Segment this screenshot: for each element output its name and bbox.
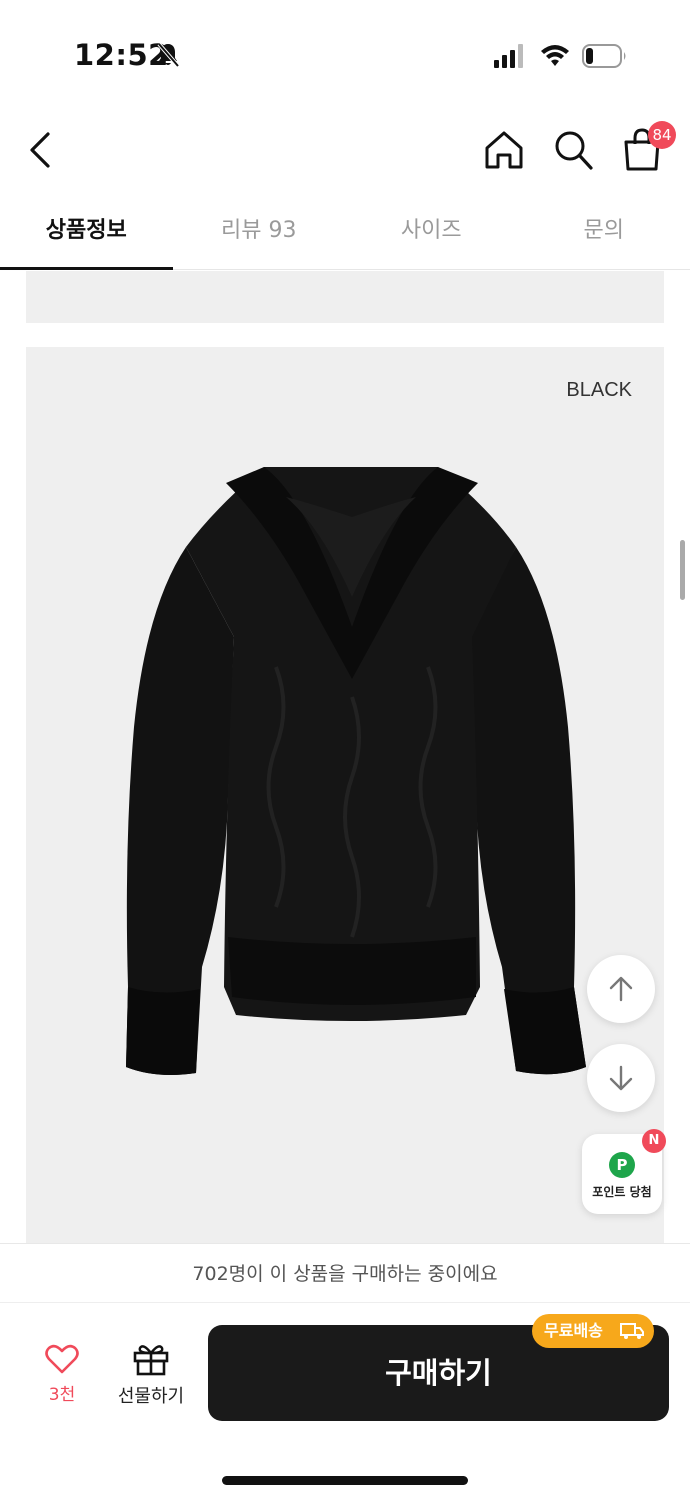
product-detail-content: BLACK xyxy=(0,271,690,1243)
arrow-down-icon xyxy=(609,1065,633,1091)
product-image: BLACK xyxy=(26,347,664,1243)
scroll-indicator[interactable] xyxy=(680,540,685,600)
color-label: BLACK xyxy=(566,379,632,401)
home-icon[interactable] xyxy=(482,128,526,172)
black-sweater-image xyxy=(126,467,586,1075)
cart-count-badge: 84 xyxy=(648,121,676,149)
tab-reviews[interactable]: 리뷰 93 xyxy=(173,196,346,269)
back-arrow-icon[interactable] xyxy=(22,128,62,172)
truck-icon xyxy=(620,1323,644,1339)
bell-off-icon xyxy=(157,42,180,68)
status-bar: 12:52 xyxy=(0,0,690,110)
cellular-signal-icon xyxy=(494,44,523,68)
top-nav-bar xyxy=(0,110,690,190)
scroll-up-button[interactable] xyxy=(587,955,655,1023)
tab-size[interactable]: 사이즈 xyxy=(345,196,518,269)
point-icon: P xyxy=(609,1152,635,1178)
gift-button[interactable]: 선물하기 xyxy=(110,1342,192,1412)
like-count: 3천 xyxy=(48,1385,76,1405)
previous-product-image xyxy=(26,271,664,323)
search-icon[interactable] xyxy=(552,128,594,172)
free-shipping-badge: 무료배송 xyxy=(532,1314,654,1348)
scroll-down-button[interactable] xyxy=(587,1044,655,1112)
point-prize-label: 포인트 당첨 xyxy=(592,1185,652,1199)
tab-inquiry[interactable]: 문의 xyxy=(518,196,690,269)
tab-product-info[interactable]: 상품정보 xyxy=(0,196,173,270)
status-time: 12:52 xyxy=(74,38,169,72)
like-button[interactable]: 3천 xyxy=(34,1344,90,1410)
wifi-icon xyxy=(541,45,569,66)
free-shipping-label: 무료배송 xyxy=(544,1321,603,1340)
gift-icon xyxy=(133,1345,169,1376)
arrow-up-icon xyxy=(609,976,633,1002)
buying-now-notice: 702명이 이 상품을 구매하는 중이에요 xyxy=(0,1243,690,1303)
new-badge: N xyxy=(642,1129,666,1153)
heart-icon xyxy=(45,1344,79,1374)
home-indicator xyxy=(222,1476,468,1485)
gift-label: 선물하기 xyxy=(117,1386,185,1407)
battery-icon xyxy=(582,44,626,68)
product-tabs: 상품정보 리뷰 93 사이즈 문의 xyxy=(0,196,690,270)
bottom-action-bar: 3천 선물하기 구매하기 무료배송 xyxy=(0,1304,690,1500)
